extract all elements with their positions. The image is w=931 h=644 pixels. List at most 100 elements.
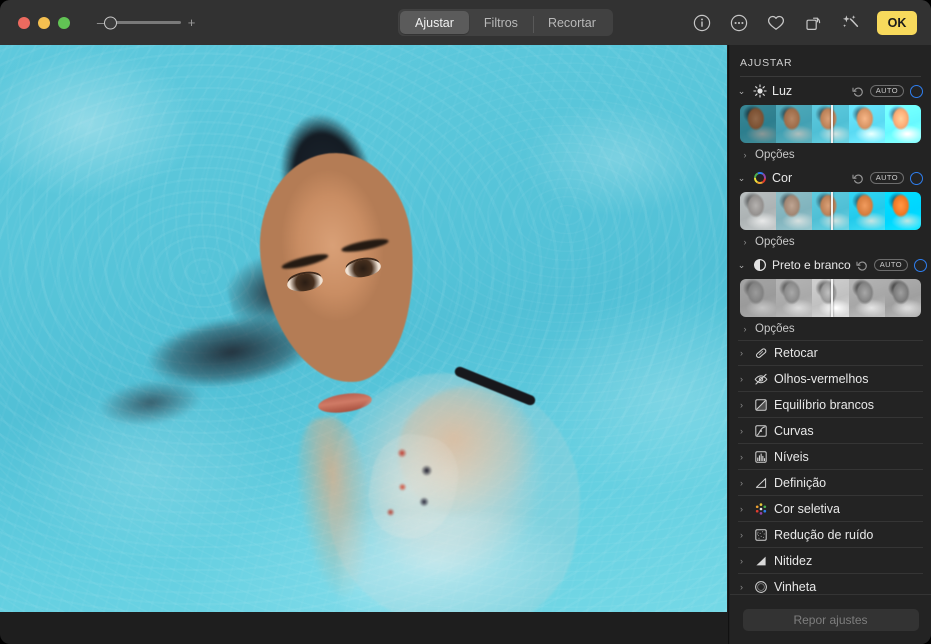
- zoom-slider-knob[interactable]: [104, 16, 117, 29]
- chevron-right-icon[interactable]: ›: [736, 375, 747, 384]
- panel-divider: [728, 45, 729, 644]
- revert-icon-preto-e-branco[interactable]: [856, 259, 868, 271]
- auto-badge-cor[interactable]: AUTO: [870, 172, 904, 184]
- chevron-down-icon[interactable]: ⌄: [736, 87, 747, 96]
- preto-e-branco-thumbnail-strip[interactable]: [740, 279, 921, 317]
- photo-canvas[interactable]: [0, 45, 727, 612]
- favorite-heart-icon[interactable]: [766, 13, 786, 33]
- tab-recortar[interactable]: Recortar: [533, 11, 611, 34]
- chevron-right-icon[interactable]: ›: [740, 151, 750, 160]
- sidebar-item-label: Equilíbrio brancos: [774, 398, 874, 412]
- info-icon[interactable]: [692, 13, 712, 33]
- sidebar-item-nitidez[interactable]: › Nitidez: [730, 548, 931, 574]
- luz-options-row[interactable]: › Opções: [730, 144, 931, 166]
- chevron-right-icon[interactable]: ›: [736, 427, 747, 436]
- thumbnail: [740, 105, 776, 143]
- sidebar-item-label: Níveis: [774, 450, 809, 464]
- zoom-slider-track[interactable]: [111, 21, 181, 24]
- revert-icon-luz[interactable]: [852, 85, 864, 97]
- group-controls-luz: AUTO: [852, 85, 923, 98]
- thumbnail: [776, 279, 812, 317]
- chevron-right-icon[interactable]: ›: [736, 479, 747, 488]
- chevron-right-icon[interactable]: ›: [736, 505, 747, 514]
- thumbnail: [776, 105, 812, 143]
- luz-playhead[interactable]: [831, 105, 833, 143]
- luz-options-label: Opções: [755, 149, 795, 161]
- sharpen-icon: [753, 554, 768, 569]
- photos-edit-window: – + Ajustar Filtros Recortar: [0, 0, 931, 644]
- minimize-button[interactable]: [38, 17, 50, 29]
- revert-icon-cor[interactable]: [852, 172, 864, 184]
- sidebar-item-label: Redução de ruído: [774, 528, 873, 542]
- sidebar-item-label: Olhos-vermelhos: [774, 372, 868, 386]
- zoom-slider-control[interactable]: – +: [96, 16, 196, 29]
- sidebar-item-reducao-de-ruido[interactable]: › Redução de ruído: [730, 522, 931, 548]
- group-label-preto-e-branco: Preto e branco: [772, 258, 851, 272]
- curves-icon: [753, 424, 768, 439]
- chevron-down-icon[interactable]: ⌄: [736, 261, 747, 270]
- edit-mode-segmented-control[interactable]: Ajustar Filtros Recortar: [398, 9, 613, 36]
- group-cor[interactable]: ⌄ Cor AUTO: [730, 166, 931, 190]
- chevron-right-icon[interactable]: ›: [736, 531, 747, 540]
- rotate-icon[interactable]: [803, 13, 823, 33]
- group-controls-preto-e-branco: AUTO: [856, 259, 927, 272]
- more-options-icon[interactable]: [729, 13, 749, 33]
- ok-button[interactable]: OK: [877, 11, 917, 35]
- thumbnail: [885, 192, 921, 230]
- sidebar-item-retocar[interactable]: › Retocar: [730, 340, 931, 366]
- sidebar-item-olhos-vermelhos[interactable]: › Olhos-vermelhos: [730, 366, 931, 392]
- levels-histogram-icon: [753, 450, 768, 465]
- zoom-button[interactable]: [58, 17, 70, 29]
- chevron-right-icon[interactable]: ›: [736, 583, 747, 592]
- sidebar-item-curvas[interactable]: › Curvas: [730, 418, 931, 444]
- chevron-down-icon[interactable]: ⌄: [736, 174, 747, 183]
- preto-e-branco-options-row[interactable]: › Opções: [730, 318, 931, 340]
- thumbnail: [740, 192, 776, 230]
- luz-thumbnail-strip[interactable]: [740, 105, 921, 143]
- group-preto-e-branco[interactable]: ⌄ Preto e branco AUTO: [730, 253, 931, 277]
- close-button[interactable]: [18, 17, 30, 29]
- sidebar-item-label: Nitidez: [774, 554, 812, 568]
- tab-ajustar[interactable]: Ajustar: [400, 11, 469, 34]
- sidebar-item-definicao[interactable]: › Definição: [730, 470, 931, 496]
- auto-badge-preto-e-branco[interactable]: AUTO: [874, 259, 908, 271]
- toggle-cor[interactable]: [910, 172, 923, 185]
- tab-filtros[interactable]: Filtros: [469, 11, 533, 34]
- chevron-right-icon[interactable]: ›: [736, 349, 747, 358]
- vignette-icon: [753, 580, 768, 595]
- sidebar-item-vinheta[interactable]: › Vinheta: [730, 574, 931, 594]
- thumbnail: [849, 279, 885, 317]
- thumbnail: [849, 192, 885, 230]
- sidebar-item-equilibrio-brancos[interactable]: › Equilíbrio brancos: [730, 392, 931, 418]
- titlebar: – + Ajustar Filtros Recortar: [0, 0, 931, 45]
- sidebar-item-label: Curvas: [774, 424, 814, 438]
- preto-e-branco-options-label: Opções: [755, 323, 795, 335]
- panel-title: AJUSTAR: [730, 45, 931, 76]
- group-label-luz: Luz: [772, 84, 847, 98]
- sidebar-item-label: Definição: [774, 476, 826, 490]
- selective-color-dots-icon: [753, 502, 768, 517]
- chevron-right-icon[interactable]: ›: [740, 238, 750, 247]
- photo-image: [0, 45, 727, 612]
- cor-thumbnail-strip[interactable]: [740, 192, 921, 230]
- chevron-right-icon[interactable]: ›: [736, 453, 747, 462]
- chevron-right-icon[interactable]: ›: [736, 401, 747, 410]
- zoom-in-icon[interactable]: +: [187, 16, 196, 29]
- group-luz[interactable]: ⌄ Luz AUTO: [730, 79, 931, 103]
- adjustments-scroll-area[interactable]: ⌄ Luz AUTO: [730, 77, 931, 594]
- sidebar-item-label: Vinheta: [774, 580, 816, 594]
- group-label-cor: Cor: [772, 171, 847, 185]
- sidebar-item-niveis[interactable]: › Níveis: [730, 444, 931, 470]
- cor-options-row[interactable]: › Opções: [730, 231, 931, 253]
- chevron-right-icon[interactable]: ›: [740, 325, 750, 334]
- preto-e-branco-playhead[interactable]: [831, 279, 833, 317]
- chevron-right-icon[interactable]: ›: [736, 557, 747, 566]
- cor-playhead[interactable]: [831, 192, 833, 230]
- toggle-luz[interactable]: [910, 85, 923, 98]
- auto-badge-luz[interactable]: AUTO: [870, 85, 904, 97]
- reset-adjustments-button[interactable]: Repor ajustes: [743, 609, 919, 631]
- auto-enhance-wand-icon[interactable]: [840, 13, 860, 33]
- toolbar-actions: OK: [692, 0, 917, 45]
- toggle-preto-e-branco[interactable]: [914, 259, 927, 272]
- sidebar-item-cor-seletiva[interactable]: › Cor seletiva: [730, 496, 931, 522]
